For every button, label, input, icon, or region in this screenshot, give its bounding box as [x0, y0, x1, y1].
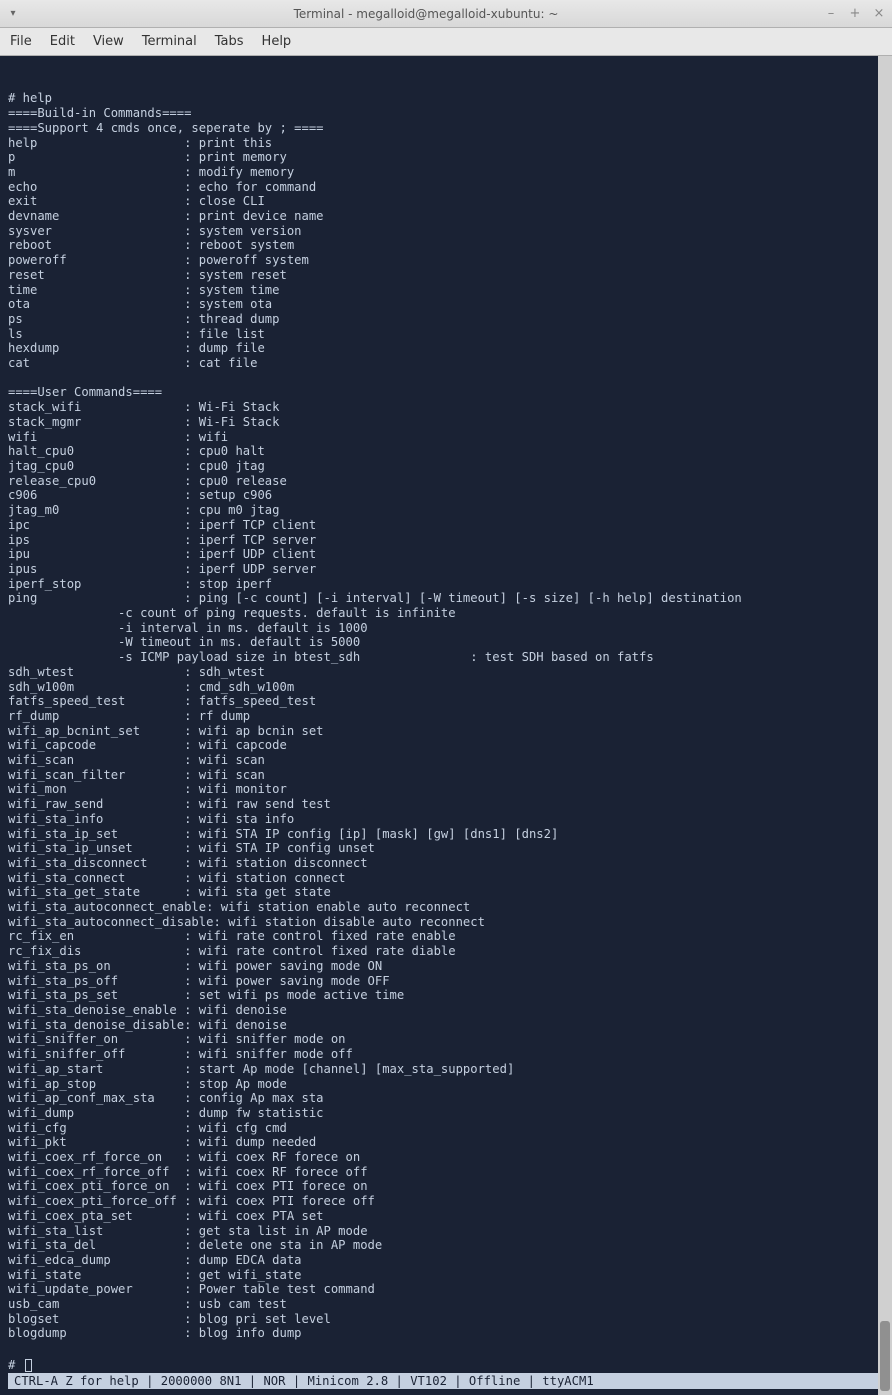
menu-view[interactable]: View	[93, 34, 124, 49]
app-menu-arrow-icon[interactable]: ▾	[6, 7, 20, 21]
titlebar: ▾ Terminal - megalloid@megalloid-xubuntu…	[0, 0, 892, 28]
cursor	[25, 1359, 32, 1372]
terminal-viewport[interactable]: # help ====Build-in Commands==== ====Sup…	[0, 56, 892, 1395]
terminal-output: # help ====Build-in Commands==== ====Sup…	[8, 91, 884, 1389]
scrollbar-thumb[interactable]	[880, 1321, 890, 1391]
menu-file[interactable]: File	[10, 34, 32, 49]
minimize-button[interactable]: –	[824, 7, 838, 21]
menu-tabs[interactable]: Tabs	[215, 34, 244, 49]
menu-edit[interactable]: Edit	[50, 34, 75, 49]
scrollbar[interactable]	[878, 56, 892, 1395]
maximize-button[interactable]: +	[848, 7, 862, 21]
menubar: File Edit View Terminal Tabs Help	[0, 28, 892, 56]
menu-help[interactable]: Help	[262, 34, 292, 49]
close-button[interactable]: ×	[872, 7, 886, 21]
window-title: Terminal - megalloid@megalloid-xubuntu: …	[28, 7, 824, 21]
minicom-statusbar: CTRL-A Z for help | 2000000 8N1 | NOR | …	[8, 1373, 884, 1390]
menu-terminal[interactable]: Terminal	[142, 34, 197, 49]
window-buttons: – + ×	[824, 7, 886, 21]
prompt-line[interactable]: #	[8, 1358, 884, 1373]
prompt-symbol: #	[8, 1358, 23, 1372]
